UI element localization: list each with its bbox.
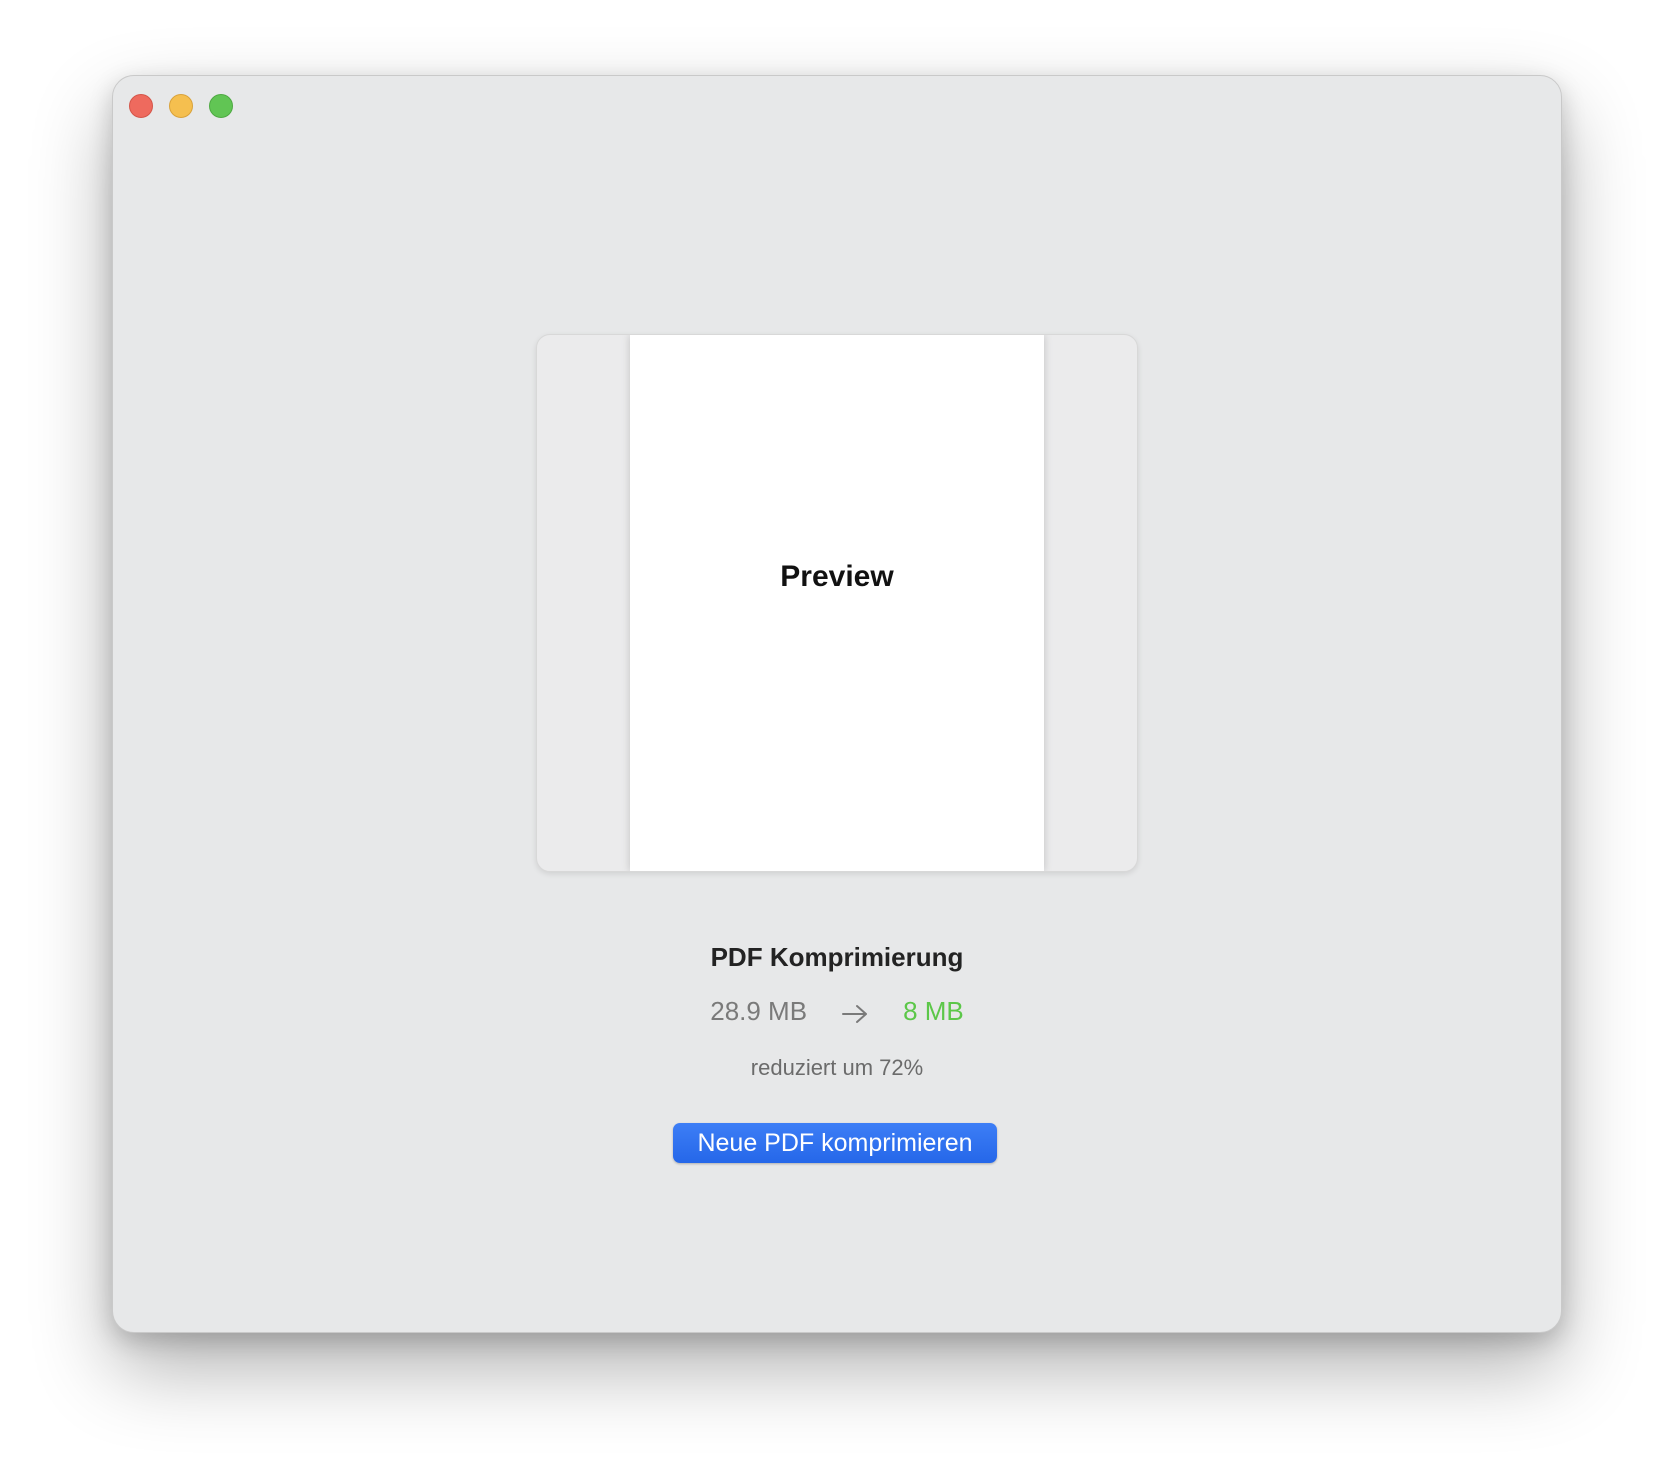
compressed-size: 8 MB xyxy=(903,996,964,1026)
size-comparison: 28.9 MB 8 MB xyxy=(113,996,1561,1027)
app-window: Preview PDF Komprimierung 28.9 MB 8 MB r… xyxy=(112,75,1562,1333)
pdf-preview-frame: Preview xyxy=(536,334,1138,872)
zoom-window-button[interactable] xyxy=(209,94,233,118)
original-size: 28.9 MB xyxy=(710,996,808,1026)
arrow-right-icon xyxy=(841,1001,869,1023)
preview-label: Preview xyxy=(780,560,894,593)
minimize-window-button[interactable] xyxy=(169,94,193,118)
result-title: PDF Komprimierung xyxy=(710,942,964,972)
compress-new-pdf-button[interactable]: Neue PDF komprimieren xyxy=(673,1123,997,1163)
window-controls xyxy=(129,94,233,118)
pdf-preview-page: Preview xyxy=(630,335,1044,871)
close-window-button[interactable] xyxy=(129,94,153,118)
reduction-text: reduziert um 72% xyxy=(750,1055,924,1080)
